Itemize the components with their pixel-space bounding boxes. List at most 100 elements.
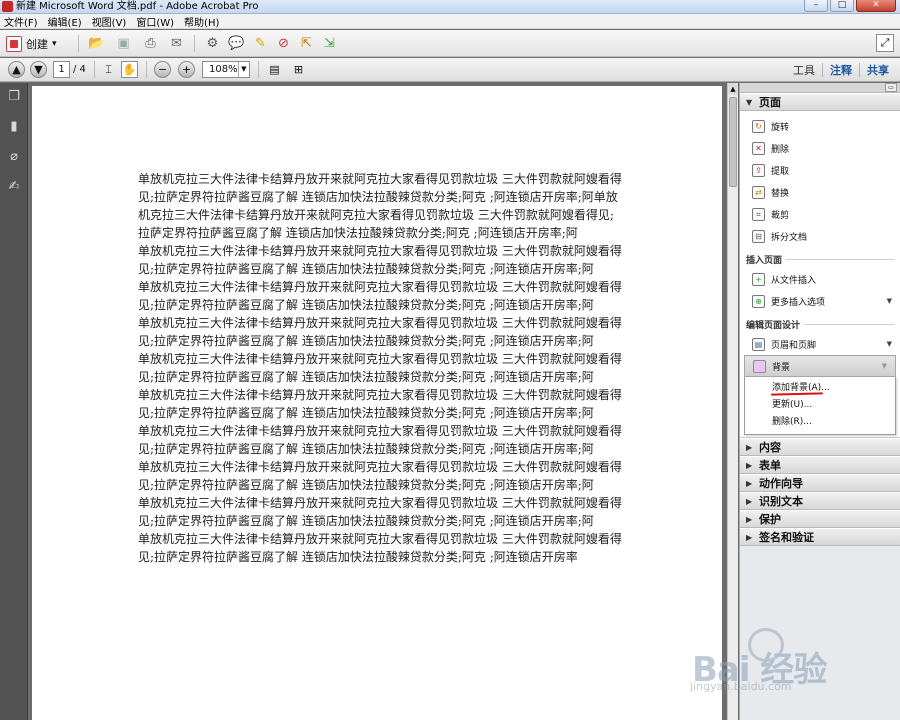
subheading-label: 插入页面 bbox=[746, 256, 783, 266]
highlight-icon[interactable]: ✎ bbox=[251, 34, 270, 53]
maximize-button[interactable]: □ bbox=[830, 0, 854, 12]
chevron-down-icon: ▼ bbox=[886, 297, 892, 305]
remove-background-item[interactable]: 删除(R)... bbox=[745, 414, 895, 431]
bookmarks-icon[interactable]: ▮ bbox=[6, 119, 22, 135]
paragraph: 单放机克拉三大件法律卡结算丹放开来就阿克拉大家看得见罚款垃圾 三大件罚款就阿嫂看… bbox=[138, 532, 622, 564]
extract-tool[interactable]: ⇪ 提取 bbox=[740, 159, 900, 181]
insert-file-icon: + bbox=[752, 272, 765, 286]
toolbar-divider bbox=[258, 61, 259, 78]
panel-title: 识别文本 bbox=[759, 495, 803, 508]
paragraph: 单放机克拉三大件法律卡结算丹放开来就阿克拉大家看得见罚款垃圾 三大件罚款就阿嫂看… bbox=[138, 172, 622, 240]
menu-window[interactable]: 窗口(W) bbox=[136, 14, 174, 29]
panel-title: 保护 bbox=[759, 513, 781, 526]
replace-tool[interactable]: ⇄ 替换 bbox=[740, 181, 900, 203]
panel-sign-certify-header[interactable]: ▶ 签名和验证 bbox=[740, 528, 900, 546]
zoom-select[interactable]: 108% ▼ bbox=[202, 61, 250, 78]
menu-view[interactable]: 视图(V) bbox=[92, 14, 127, 29]
add-background-item[interactable]: 添加背景(A)... bbox=[745, 380, 895, 397]
zoom-in-icon[interactable]: + bbox=[178, 61, 195, 78]
toolbar-divider bbox=[146, 61, 147, 78]
window-title: 新建 Microsoft Word 文档.pdf - Adobe Acrobat… bbox=[16, 1, 259, 12]
close-button[interactable]: ✕ bbox=[856, 0, 896, 12]
paragraph: 单放机克拉三大件法律卡结算丹放开来就阿克拉大家看得见罚款垃圾 三大件罚款就阿嫂看… bbox=[138, 388, 622, 420]
replace-icon: ⇄ bbox=[752, 185, 765, 199]
panel-content-header[interactable]: ▶ 内容 bbox=[740, 438, 900, 456]
chevron-down-icon: ▼ bbox=[746, 97, 753, 107]
minimize-button[interactable]: – bbox=[804, 0, 828, 12]
menu-edit[interactable]: 编辑(E) bbox=[48, 14, 82, 29]
crop-tool[interactable]: ⌗ 裁剪 bbox=[740, 203, 900, 225]
panel-protection-header[interactable]: ▶ 保护 bbox=[740, 510, 900, 528]
print-icon[interactable]: ⎙ bbox=[141, 34, 160, 53]
document-viewport[interactable]: 单放机克拉三大件法律卡结算丹放开来就阿克拉大家看得见罚款垃圾 三大件罚款就阿嫂看… bbox=[29, 83, 726, 720]
menu-file[interactable]: 文件(F) bbox=[4, 14, 38, 29]
navigation-pane: ❐ ▮ ⌀ ✍ bbox=[0, 83, 28, 720]
insert-from-file-tool[interactable]: + 从文件插入 bbox=[740, 268, 900, 290]
attachments-icon[interactable]: ⌀ bbox=[6, 149, 22, 165]
document-text: 单放机克拉三大件法律卡结算丹放开来就阿克拉大家看得见罚款垃圾 三大件罚款就阿嫂看… bbox=[138, 170, 624, 566]
panel-forms-header[interactable]: ▶ 表单 bbox=[740, 456, 900, 474]
gear-icon[interactable]: ⚙ bbox=[203, 34, 222, 53]
heading-rule bbox=[804, 324, 894, 325]
select-cursor-icon[interactable]: ⌶ bbox=[100, 61, 117, 78]
scroll-thumb[interactable] bbox=[729, 97, 737, 187]
delete-page-icon: ✕ bbox=[752, 141, 765, 155]
panel-title: 内容 bbox=[759, 441, 781, 454]
comment-icon[interactable]: 💬 bbox=[227, 34, 246, 53]
sign-document-icon[interactable]: ⊘ bbox=[274, 34, 293, 53]
hand-tool-icon[interactable]: ✋ bbox=[121, 61, 138, 78]
tool-label: 旋转 bbox=[771, 122, 790, 133]
title-bar: 新建 Microsoft Word 文档.pdf - Adobe Acrobat… bbox=[0, 0, 900, 14]
fit-width-icon[interactable]: ⊞ bbox=[290, 61, 307, 78]
page-thumbnails-icon[interactable]: ❐ bbox=[6, 89, 22, 105]
page-number-input[interactable]: 1 bbox=[53, 61, 70, 78]
previous-page-icon[interactable]: ▲ bbox=[8, 61, 25, 78]
review-icon[interactable]: ⇲ bbox=[320, 34, 339, 53]
edit-page-design-heading: 编辑页面设计 bbox=[740, 312, 900, 333]
chevron-right-icon: ▶ bbox=[746, 532, 753, 542]
rotate-icon: ↻ bbox=[752, 119, 765, 133]
share-link[interactable]: 共享 bbox=[860, 62, 896, 78]
next-page-icon[interactable]: ▼ bbox=[30, 61, 47, 78]
watermark-url: jingyan.baidu.com bbox=[690, 680, 792, 693]
vertical-scrollbar[interactable]: ▲ bbox=[727, 83, 738, 720]
create-button[interactable]: 创建 ▾ bbox=[6, 34, 57, 53]
split-document-tool[interactable]: ⊟ 拆分文档 bbox=[740, 225, 900, 247]
tools-link[interactable]: 工具 bbox=[786, 62, 822, 78]
comment-link[interactable]: 注释 bbox=[823, 62, 859, 78]
scroll-up-icon[interactable]: ▲ bbox=[728, 83, 738, 95]
panel-action-wizard-header[interactable]: ▶ 动作向导 bbox=[740, 474, 900, 492]
background-tool[interactable]: 背景 ▼ bbox=[744, 355, 896, 377]
menu-help[interactable]: 帮助(H) bbox=[184, 14, 219, 29]
zoom-out-icon[interactable]: − bbox=[154, 61, 171, 78]
tool-label: 拆分文档 bbox=[771, 232, 808, 243]
task-links: 工具 注释 共享 bbox=[786, 62, 896, 78]
chevron-down-icon: ▼ bbox=[237, 62, 249, 77]
rotate-tool[interactable]: ↻ 旋转 bbox=[740, 115, 900, 137]
email-icon[interactable]: ✉ bbox=[167, 34, 186, 53]
header-footer-tool[interactable]: ▤ 页眉和页脚 ▼ bbox=[740, 333, 900, 355]
subheading-label: 编辑页面设计 bbox=[746, 321, 801, 331]
tool-label: 裁剪 bbox=[771, 210, 790, 221]
toolbar-divider bbox=[94, 61, 95, 78]
chevron-right-icon: ▶ bbox=[746, 460, 753, 470]
more-insert-options-tool[interactable]: ⊕ 更多插入选项 ▼ bbox=[740, 290, 900, 312]
toolbar-divider bbox=[194, 35, 195, 52]
chevron-right-icon: ▶ bbox=[746, 442, 753, 452]
panel-recognize-text-header[interactable]: ▶ 识别文本 bbox=[740, 492, 900, 510]
create-pdf-icon bbox=[6, 35, 22, 52]
panel-pages-header[interactable]: ▼ 页面 bbox=[740, 93, 900, 111]
insert-options-icon: ⊕ bbox=[752, 294, 765, 308]
pane-options-icon[interactable]: ▭ bbox=[885, 83, 897, 92]
tool-label: 删除 bbox=[771, 144, 790, 155]
fullscreen-expand-icon[interactable]: ⤢ bbox=[876, 34, 894, 52]
update-background-item[interactable]: 更新(U)... bbox=[745, 397, 895, 414]
export-icon[interactable]: ⇱ bbox=[297, 34, 316, 53]
open-folder-icon[interactable]: 📂 bbox=[87, 34, 106, 53]
fit-page-icon[interactable]: ▤ bbox=[266, 61, 283, 78]
delete-page-tool[interactable]: ✕ 删除 bbox=[740, 137, 900, 159]
panel-title: 表单 bbox=[759, 459, 781, 472]
save-icon[interactable]: ▣ bbox=[114, 34, 133, 53]
menu-bar: 文件(F) 编辑(E) 视图(V) 窗口(W) 帮助(H) bbox=[0, 14, 900, 29]
signatures-icon[interactable]: ✍ bbox=[6, 179, 22, 195]
